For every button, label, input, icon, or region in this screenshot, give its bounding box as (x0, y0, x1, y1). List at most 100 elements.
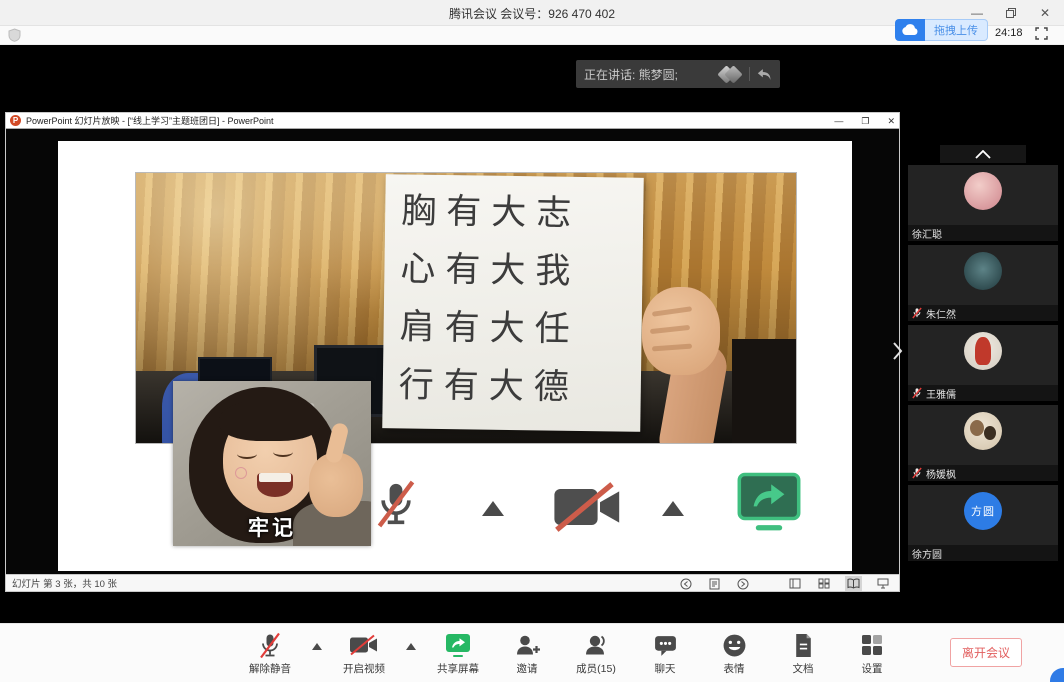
participant-tile[interactable]: 杨媛枫 (908, 405, 1058, 481)
invite-icon (514, 633, 541, 658)
reading-view-button[interactable] (845, 576, 862, 591)
apps-grid-icon (860, 633, 884, 657)
docs-button[interactable]: 文档 (776, 631, 830, 676)
start-video-button[interactable]: 开启视频 (337, 631, 391, 676)
ppt-status-icons (678, 575, 891, 592)
emoji-label: 表情 (724, 661, 745, 676)
emoji-icon (722, 633, 747, 658)
drag-upload-button[interactable]: 拖拽上传 (925, 19, 988, 41)
slide-mic-muted-icon (374, 471, 418, 537)
slide-camera-caret-icon (662, 501, 684, 516)
meme-girl-bangs (219, 399, 321, 441)
ppt-slide: 胸有大志 心有大我 肩有大任 行有大德 (58, 141, 852, 571)
powerpoint-window: P PowerPoint 幻灯片放映 - [“线上学习”主题班团日] - Pow… (5, 112, 900, 592)
poem-line: 肩有大任 (399, 298, 642, 359)
settings-button[interactable]: 设置 (845, 631, 899, 676)
participant-tile[interactable]: 方圆 徐方圆 (908, 485, 1058, 561)
toast-divider (749, 67, 750, 81)
invite-button[interactable]: 邀请 (500, 631, 554, 676)
next-slide-button[interactable] (735, 576, 751, 591)
sidebar-expand-button[interactable] (893, 342, 903, 365)
tencent-meeting-window: 腾讯会议 会议号：926 470 402 — ✕ 拖拽上传 24:18 (0, 0, 1064, 682)
mic-options-caret[interactable] (312, 643, 322, 650)
participant-name: 王雅儒 (926, 386, 956, 401)
mic-muted-icon (258, 632, 282, 659)
ppt-status-bar: 幻灯片 第 3 张，共 10 张 (6, 574, 899, 591)
invite-label: 邀请 (517, 661, 538, 676)
members-button[interactable]: 成员(15) (569, 631, 623, 676)
ppt-restore-button[interactable]: ❐ (861, 117, 869, 126)
meeting-toolbar: 解除静音 开启视频 (0, 623, 1064, 682)
restore-icon (1006, 8, 1016, 18)
unmute-button[interactable]: 解除静音 (243, 631, 297, 676)
poem-line: 胸有大志 (401, 182, 644, 243)
ppt-slideshow-area[interactable]: 胸有大志 心有大我 肩有大任 行有大德 (6, 129, 899, 574)
start-video-label: 开启视频 (343, 661, 385, 676)
avatar (964, 332, 1002, 370)
undo-icon[interactable] (757, 68, 772, 81)
cloud-icon (895, 19, 925, 41)
slide-share-screen-icon (736, 471, 802, 533)
chat-button[interactable]: 聊天 (638, 631, 692, 676)
meme-caption: 牢记 (173, 512, 371, 542)
unmute-label: 解除静音 (249, 661, 291, 676)
restore-button[interactable] (998, 2, 1024, 24)
avatar (964, 252, 1002, 290)
members-icon (583, 633, 609, 658)
speaking-label: 正在讲话: 熊梦圆; (584, 66, 720, 83)
normal-view-button[interactable] (787, 576, 803, 591)
emoji-button[interactable]: 表情 (707, 631, 761, 676)
calligraphy-paper: 胸有大志 心有大我 肩有大任 行有大德 (382, 174, 644, 432)
ppt-window-title: PowerPoint 幻灯片放映 - [“线上学习”主题班团日] - Power… (26, 114, 274, 127)
fullscreen-icon (1035, 27, 1048, 40)
participant-name: 徐汇聪 (912, 226, 942, 241)
avatar (964, 172, 1002, 210)
participants-sidebar: 徐汇聪 朱仁然 (908, 145, 1058, 565)
participant-name: 杨媛枫 (926, 466, 956, 481)
participant-tile[interactable]: 王雅儒 (908, 325, 1058, 401)
document-icon (793, 633, 814, 658)
participant-name: 朱仁然 (926, 306, 956, 321)
slide-counter: 幻灯片 第 3 张，共 10 张 (12, 576, 117, 590)
video-options-caret[interactable] (406, 643, 416, 650)
slide-mic-caret-icon (482, 501, 504, 516)
ppt-close-button[interactable]: ✕ (887, 117, 895, 126)
docs-label: 文档 (793, 661, 814, 676)
sidebar-collapse-button[interactable] (940, 145, 1026, 163)
slide-sorter-view-button[interactable] (816, 576, 832, 591)
avatar: 方圆 (964, 492, 1002, 530)
cloud-upload-control[interactable]: 拖拽上传 (895, 19, 988, 41)
prev-slide-button[interactable] (678, 576, 694, 591)
settings-label: 设置 (862, 661, 883, 676)
thumbs-up-meme: 牢记 (173, 381, 371, 546)
slide-camera-muted-icon (552, 481, 624, 533)
share-screen-button[interactable]: 共享屏幕 (431, 631, 485, 676)
participant-tile[interactable]: 徐汇聪 (908, 165, 1058, 241)
meeting-timer: 24:18 (995, 27, 1023, 39)
ppt-window-controls: — ❐ ✕ (834, 113, 895, 129)
slideshow-view-button[interactable] (875, 576, 891, 591)
annotation-menu-button[interactable] (707, 576, 722, 591)
chat-label: 聊天 (655, 661, 676, 676)
speaking-toast: 正在讲话: 熊梦圆; (576, 60, 780, 88)
fullscreen-button[interactable] (1035, 27, 1048, 45)
close-button[interactable]: ✕ (1032, 2, 1058, 24)
poem-line: 心有大我 (400, 240, 643, 301)
chat-icon (653, 633, 678, 658)
muted-mic-icon (912, 467, 922, 479)
slide-control-icons (374, 467, 794, 547)
leave-meeting-button[interactable]: 离开会议 (950, 638, 1022, 667)
powerpoint-icon: P (10, 115, 21, 126)
ppt-titlebar[interactable]: P PowerPoint 幻灯片放映 - [“线上学习”主题班团日] - Pow… (6, 113, 899, 129)
muted-mic-icon (912, 307, 922, 319)
share-screen-label: 共享屏幕 (437, 661, 479, 676)
security-shield-icon (8, 28, 21, 42)
avatar (964, 412, 1002, 450)
participant-tile[interactable]: 朱仁然 (908, 245, 1058, 321)
muted-mic-icon (912, 387, 922, 399)
members-label: 成员(15) (576, 661, 616, 676)
share-screen-icon (445, 633, 471, 658)
participant-name: 徐方圆 (912, 546, 942, 561)
holding-hand (634, 281, 754, 443)
ppt-minimize-button[interactable]: — (834, 117, 843, 126)
